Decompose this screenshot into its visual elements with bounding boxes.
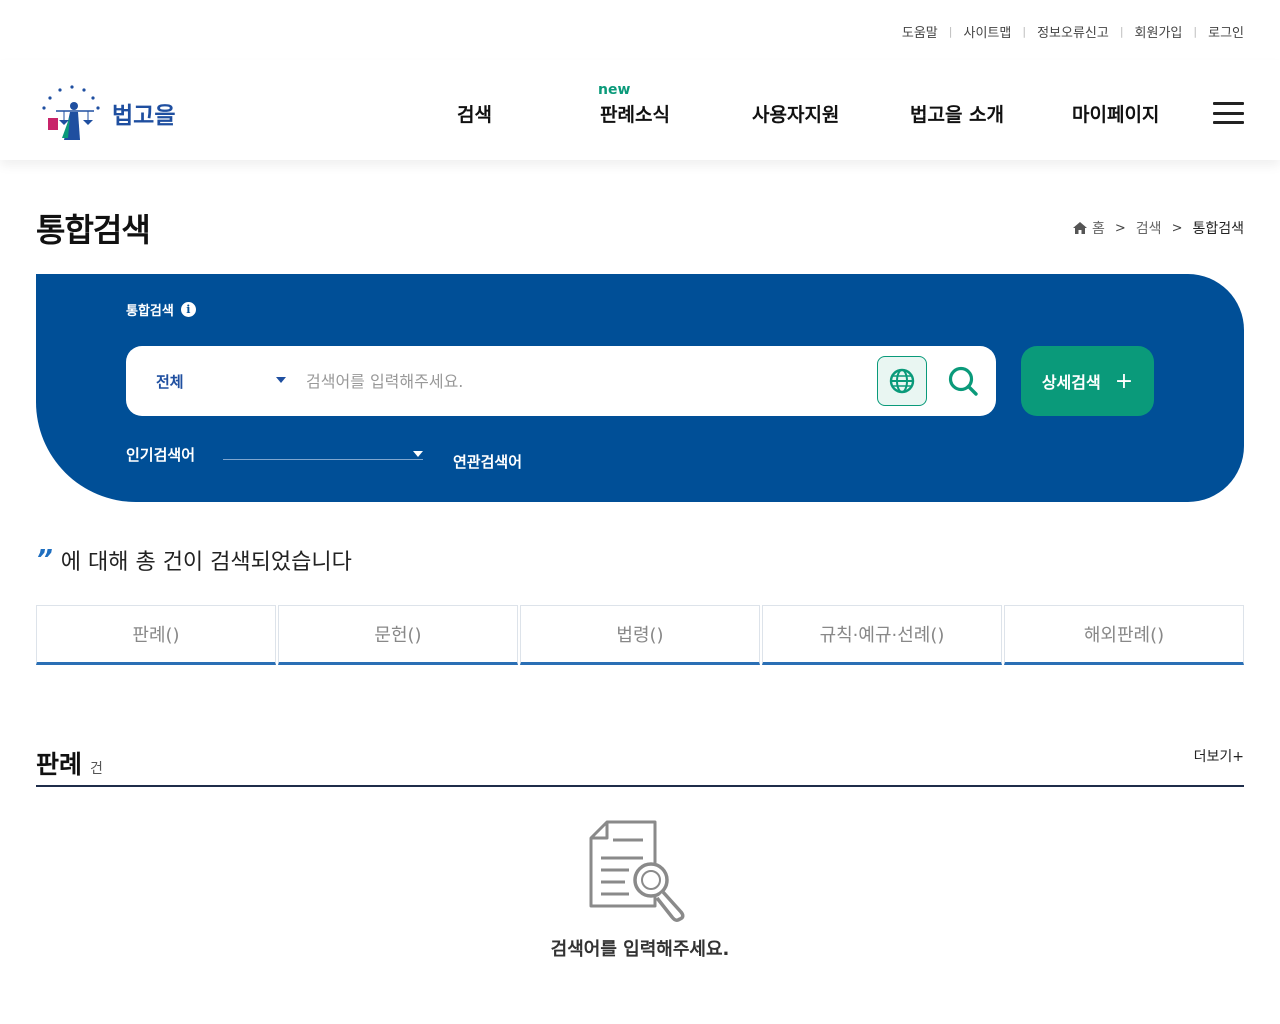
result-summary: ” 에 대해 총 건이 검색되었습니다 [36, 544, 352, 576]
help-link[interactable]: 도움말 [902, 22, 938, 41]
report-error-link[interactable]: 정보오류신고 [1037, 22, 1109, 41]
tab-foreign-cases[interactable]: 해외판례() [1004, 605, 1244, 665]
search-scope-value: 전체 [156, 372, 184, 391]
advanced-search-button[interactable]: 상세검색 + [1021, 346, 1154, 416]
divider: | [1193, 25, 1198, 38]
chevron-right-icon: > [1114, 220, 1126, 236]
popular-keywords-label: 인기검색어 [126, 446, 196, 464]
home-icon [1073, 222, 1087, 234]
section-title-text: 판례 [36, 750, 83, 779]
chevron-right-icon: > [1171, 220, 1183, 236]
tab-cases[interactable]: 판례() [36, 605, 276, 665]
tab-statutes[interactable]: 법령() [520, 605, 760, 665]
nav-search[interactable]: 검색 [457, 100, 492, 127]
nav-mypage[interactable]: 마이페이지 [1072, 100, 1159, 127]
section-count: 건 [90, 761, 103, 777]
breadcrumb-current: 통합검색 [1192, 221, 1244, 237]
new-badge: new [598, 82, 631, 98]
login-link[interactable]: 로그인 [1208, 22, 1244, 41]
search-label-text: 통합검색 [126, 304, 174, 319]
globe-icon [889, 368, 915, 394]
related-keywords-label: 연관검색어 [453, 453, 523, 471]
tab-literature[interactable]: 문헌() [278, 605, 518, 665]
search-panel-label: 통합검색 i [126, 300, 196, 319]
empty-state-message: 검색어를 입력해주세요. [550, 939, 730, 960]
breadcrumb: 홈 > 검색 > 통합검색 [1073, 218, 1244, 238]
section-divider [36, 785, 1244, 787]
search-button[interactable] [942, 360, 984, 402]
more-link[interactable]: 더보기+ [1194, 746, 1244, 766]
nav-user-support[interactable]: 사용자지원 [752, 100, 839, 127]
nav-about[interactable]: 법고을 소개 [910, 100, 1004, 127]
tab-rules[interactable]: 규칙·예규·선례() [762, 605, 1002, 665]
nav-case-news[interactable]: 판례소식 [600, 100, 670, 127]
divider: | [1022, 25, 1027, 38]
breadcrumb-home[interactable]: 홈 [1092, 218, 1105, 238]
signup-link[interactable]: 회원가입 [1135, 22, 1183, 41]
site-header: 법고을 검색 new 판례소식 사용자지원 법고을 소개 마이페이지 [0, 60, 1280, 160]
search-icon [948, 366, 978, 396]
search-panel: 통합검색 i 전체 상세검색 + 인기검색어 [36, 274, 1244, 502]
main-nav: 검색 new 판례소식 사용자지원 법고을 소개 마이페이지 [0, 60, 1280, 160]
result-tabs: 판례() 문헌() 법령() 규칙·예규·선례() 해외판례() [36, 605, 1244, 665]
sitemap-link[interactable]: 사이트맵 [964, 22, 1012, 41]
divider: | [1119, 25, 1124, 38]
menu-icon[interactable] [1213, 102, 1244, 124]
popular-keywords-select[interactable] [223, 448, 423, 460]
plus-icon: + [1114, 368, 1134, 394]
quote-mark: ” [36, 545, 53, 575]
document-search-icon [589, 820, 685, 922]
search-box: 전체 [126, 346, 996, 416]
section-title: 판례 건 [36, 745, 103, 781]
search-input[interactable] [306, 358, 866, 404]
advanced-search-label: 상세검색 [1041, 373, 1101, 392]
page-title: 통합검색 [36, 211, 151, 249]
utility-nav: 도움말 | 사이트맵 | 정보오류신고 | 회원가입 | 로그인 [902, 22, 1244, 41]
info-icon[interactable]: i [180, 302, 196, 317]
divider: | [948, 25, 953, 38]
result-summary-text: 에 대해 총 건이 검색되었습니다 [60, 550, 352, 575]
search-scope-select[interactable]: 전체 [126, 346, 306, 416]
translate-button[interactable] [877, 356, 927, 406]
caret-down-icon [413, 451, 423, 457]
caret-down-icon [276, 377, 286, 383]
breadcrumb-search[interactable]: 검색 [1136, 218, 1162, 238]
